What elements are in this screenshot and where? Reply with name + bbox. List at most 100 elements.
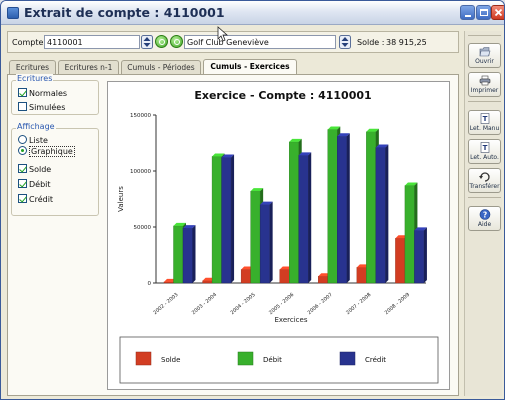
solde-value: 38 915,25 <box>386 38 427 47</box>
transfer-label: Transférer <box>469 183 500 190</box>
bar-chart: Exercice - Compte : 4110001 0 50000 100000 1… <box>117 89 439 384</box>
bar-crédit <box>259 204 270 284</box>
graphique-label: Graphique <box>29 146 75 157</box>
compte-spin-icon[interactable] <box>141 35 153 49</box>
mouse-cursor-icon <box>217 26 229 42</box>
tab-content: Ecritures Normales Simulées Affichage Li… <box>7 74 459 396</box>
debit-checkbox[interactable]: Débit <box>18 179 51 191</box>
svg-text:T: T <box>482 144 487 152</box>
bar-débit <box>366 131 377 284</box>
open-label: Ouvrir <box>475 58 494 65</box>
bar-crédit <box>298 155 309 284</box>
toolbar-divider <box>468 101 501 102</box>
bar-crédit <box>337 136 347 284</box>
x-tick-label: 2008 - 2009 <box>384 292 411 316</box>
bar-crédit <box>221 157 232 284</box>
bar-crédit <box>182 227 193 284</box>
help-label: Aide <box>477 221 492 228</box>
print-label: Imprimer <box>470 87 499 94</box>
transfer-button[interactable]: Transférer <box>468 168 501 193</box>
simulees-checkbox[interactable]: Simulées <box>18 102 65 114</box>
manual-lettering-label: Let. Manu <box>469 125 500 132</box>
open-button[interactable]: Ouvrir <box>468 43 501 68</box>
x-tick-label: 2005 - 2006 <box>268 292 295 316</box>
radio-icon <box>18 135 27 144</box>
svg-text:T: T <box>482 115 487 123</box>
solde-checkbox[interactable]: Solde <box>18 164 51 176</box>
legend-label-solde: Solde <box>161 356 180 364</box>
bar-débit <box>250 190 261 284</box>
next-account-button[interactable] <box>170 35 183 48</box>
legend-swatch-crédit <box>339 351 356 366</box>
bar-side-face <box>346 133 350 283</box>
x-tick-label: 2006 - 2007 <box>307 292 334 316</box>
tab-bar: Ecritures Ecritures n-1 Cumuls - Période… <box>7 59 459 74</box>
bar-side-face <box>231 154 235 283</box>
bar-crédit <box>375 147 386 284</box>
bar-débit <box>327 129 338 284</box>
chart-panel: Exercice - Compte : 4110001 0 50000 100000 1… <box>107 81 450 390</box>
tab-cumuls-exercices[interactable]: Cumuls - Exercices <box>203 59 297 74</box>
affichage-group-title: Affichage <box>16 122 56 131</box>
bar-solde <box>356 267 367 284</box>
bar-side-face <box>269 201 273 283</box>
window-title: Extrait de compte : 4110001 <box>24 5 225 20</box>
transfer-icon <box>478 172 490 182</box>
y-tick-label: 0 <box>148 281 152 287</box>
chart-title: Exercice - Compte : 4110001 <box>194 89 371 102</box>
checkbox-icon <box>18 194 27 203</box>
checkbox-icon <box>18 179 27 188</box>
y-tick-label: 50000 <box>134 225 152 231</box>
previous-account-button[interactable] <box>155 35 168 48</box>
account-extract-window: Extrait de compte : 4110001 Compte 41100… <box>0 0 505 400</box>
auto-lettering-button[interactable]: T Let. Auto. <box>468 139 501 164</box>
affichage-group: Affichage Liste Graphique Solde Débit Cr… <box>11 122 99 216</box>
legend-label-débit: Débit <box>263 356 282 364</box>
bar-solde <box>240 269 251 284</box>
bar-débit <box>211 156 222 284</box>
print-button[interactable]: Imprimer <box>468 72 501 97</box>
client-field[interactable]: Golf Club Geneviève <box>184 35 336 49</box>
tab-ecritures-n-1[interactable]: Ecritures n-1 <box>58 60 119 74</box>
checkbox-icon <box>18 88 27 97</box>
radio-icon <box>18 146 27 155</box>
client-spin-icon[interactable] <box>339 35 351 49</box>
bar-crédit <box>414 230 425 284</box>
credit-checkbox[interactable]: Crédit <box>18 194 53 206</box>
title-bar[interactable]: Extrait de compte : 4110001 <box>1 1 504 25</box>
tab-cumuls-periodes[interactable]: Cumuls - Périodes <box>121 60 201 74</box>
auto-lettering-label: Let. Auto. <box>470 154 499 161</box>
graphique-radio[interactable]: Graphique <box>18 146 75 158</box>
normales-checkbox[interactable]: Normales <box>18 88 67 100</box>
help-icon: ? <box>479 209 490 220</box>
x-tick-label: 2004 - 2005 <box>230 292 257 316</box>
legend-label-crédit: Crédit <box>365 356 386 364</box>
ecritures-group: Ecritures Normales Simulées <box>11 74 99 115</box>
ecritures-group-title: Ecritures <box>16 74 54 83</box>
manual-lettering-icon: T <box>480 113 489 124</box>
legend-swatch-solde <box>135 351 152 366</box>
bar-solde <box>163 281 174 284</box>
bar-débit <box>289 141 299 284</box>
help-button[interactable]: ? Aide <box>468 206 501 231</box>
bar-side-face <box>423 227 427 283</box>
app-icon <box>7 7 19 19</box>
printer-icon <box>479 75 490 86</box>
minimize-button[interactable] <box>460 5 475 20</box>
x-tick-label: 2007 - 2008 <box>345 292 372 316</box>
credit-check-label: Crédit <box>29 195 54 204</box>
bar-side-face <box>192 225 196 283</box>
toolbar-divider <box>468 197 501 198</box>
bar-solde <box>202 280 213 284</box>
tab-ecritures[interactable]: Ecritures <box>9 60 56 74</box>
x-tick-label: 2002 - 2003 <box>152 292 179 316</box>
toolbar-divider <box>468 35 501 36</box>
maximize-button[interactable] <box>476 5 491 20</box>
bar-solde <box>318 276 328 284</box>
simulees-label: Simulées <box>29 103 66 112</box>
close-button[interactable] <box>491 5 504 20</box>
bar-side-face <box>385 144 389 283</box>
manual-lettering-button[interactable]: T Let. Manu <box>468 110 501 135</box>
right-toolbar: Ouvrir Imprimer T Let. Manu T Let. Auto. <box>464 31 502 396</box>
compte-field[interactable]: 4110001 <box>44 35 140 49</box>
